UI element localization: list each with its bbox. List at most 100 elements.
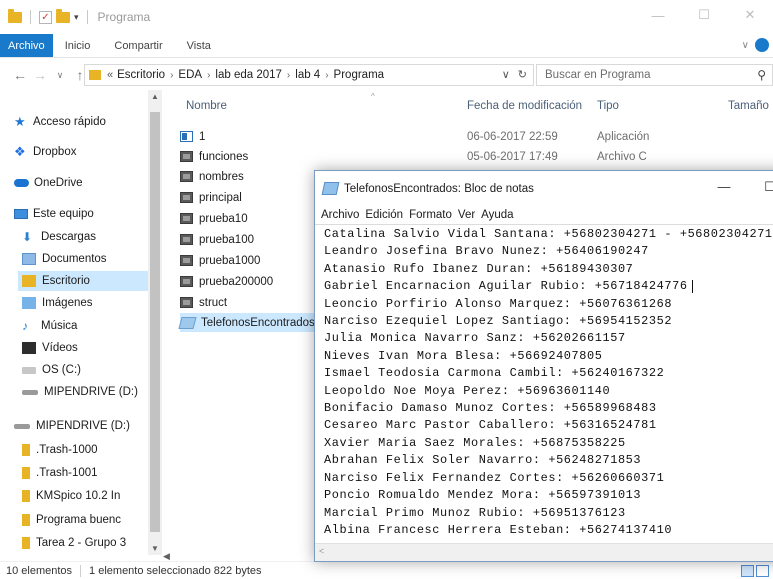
new-folder-icon[interactable]	[56, 8, 70, 23]
column-header-date[interactable]: Fecha de modificación	[467, 100, 582, 112]
menu-ayuda[interactable]: Ayuda	[481, 209, 513, 221]
file-row[interactable]: funciones	[180, 147, 248, 166]
notepad-text-area[interactable]: Catalina Salvio Vidal Santana: +56802304…	[315, 224, 773, 544]
chevron-right-icon[interactable]: ›	[287, 70, 290, 81]
c-file-icon	[180, 192, 193, 203]
recent-locations-chevron-icon[interactable]: ∨	[50, 70, 70, 81]
menu-archivo[interactable]: Archivo	[321, 209, 359, 221]
address-tools: ∨ ↻	[502, 68, 527, 81]
details-view-icon[interactable]	[741, 565, 754, 577]
scrollbar-thumb[interactable]	[150, 112, 160, 532]
text-line-content: Bonifacio Damaso Munoz Cortes: +56589968…	[324, 401, 657, 416]
nav-item-label: Música	[41, 320, 78, 332]
text-file-icon	[178, 316, 197, 329]
nav-item-dropbox[interactable]: ❖ Dropbox	[14, 142, 76, 162]
tab-archivo[interactable]: Archivo	[0, 34, 53, 57]
nav-item-programa-bueno[interactable]: Programa buenc	[22, 510, 121, 530]
nav-item-tarea-2[interactable]: Tarea 2 - Grupo 3	[22, 533, 126, 553]
text-line: Catalina Salvio Vidal Santana: +56802304…	[324, 226, 773, 243]
computer-icon	[14, 209, 28, 219]
nav-pane-scrollbar[interactable]: ▲ ▼	[148, 90, 162, 555]
back-arrow-icon[interactable]: ←	[10, 67, 30, 83]
chevron-right-icon[interactable]: ›	[170, 70, 173, 81]
breadcrumb-item[interactable]: Programa	[334, 69, 385, 81]
expand-ribbon-chevron-icon[interactable]: ∨	[742, 40, 749, 51]
menu-ver[interactable]: Ver	[458, 209, 475, 221]
column-header-size[interactable]: Tamaño	[728, 100, 769, 112]
nav-item-descargas[interactable]: ⬇ Descargas	[22, 227, 96, 247]
nav-item-musica[interactable]: ♪ Música	[22, 316, 77, 336]
nav-item-kmspico[interactable]: KMSpico 10.2 In	[22, 486, 120, 506]
notepad-horizontal-scrollbar[interactable]: <	[315, 543, 773, 561]
folder-icon	[22, 275, 36, 287]
help-icon[interactable]	[755, 38, 769, 52]
chevron-right-icon[interactable]: ›	[325, 70, 328, 81]
ribbon-tabs: Archivo Inicio Compartir Vista ∨	[0, 34, 773, 58]
large-icons-view-icon[interactable]	[756, 565, 769, 577]
nav-item-imagenes[interactable]: Imágenes	[22, 293, 93, 313]
breadcrumb-overflow[interactable]: «	[107, 69, 113, 81]
breadcrumb-item[interactable]: lab eda 2017	[215, 69, 282, 81]
nav-item-mipendrive-sub[interactable]: MIPENDRIVE (D:)	[22, 382, 138, 402]
scroll-down-arrow-icon[interactable]: ▼	[148, 544, 162, 553]
maximize-button[interactable]: ☐	[681, 0, 727, 30]
file-row[interactable]: TelefonosEncontrados	[178, 313, 330, 332]
file-row[interactable]: prueba200000	[180, 272, 273, 291]
breadcrumb[interactable]: « Escritorio › EDA › lab eda 2017 › lab …	[84, 64, 534, 86]
breadcrumb-item[interactable]: Escritorio	[117, 69, 165, 81]
text-line: Leandro Josefina Bravo Nunez: +564061902…	[324, 243, 773, 260]
nav-item-escritorio[interactable]: Escritorio	[18, 271, 148, 291]
nav-item-mipendrive[interactable]: MIPENDRIVE (D:)	[14, 416, 130, 436]
app-icon	[180, 131, 193, 142]
file-row[interactable]: prueba1000	[180, 251, 260, 270]
search-input[interactable]: Buscar en Programa ⚲	[536, 64, 773, 86]
file-name: principal	[199, 191, 242, 204]
nav-item-trash-1000[interactable]: .Trash-1000	[22, 440, 98, 460]
search-icon[interactable]: ⚲	[757, 68, 766, 82]
tab-vista[interactable]: Vista	[175, 34, 223, 57]
properties-check-icon[interactable]: ✓	[39, 10, 52, 24]
sort-ascending-icon: ^	[371, 92, 375, 101]
file-row[interactable]: prueba100	[180, 230, 254, 249]
chevron-down-icon[interactable]: ∨	[502, 68, 510, 81]
text-line: Poncio Romualdo Mendez Mora: +5659739101…	[324, 487, 773, 504]
nav-item-documentos[interactable]: Documentos	[22, 249, 107, 269]
text-line-content: Narciso Ezequiel Lopez Santiago: +569541…	[324, 314, 673, 329]
nav-item-videos[interactable]: Vídeos	[22, 338, 78, 358]
file-name: funciones	[199, 150, 249, 163]
customize-toolbar-dropdown-icon[interactable]: ▾	[74, 12, 79, 23]
nav-item-este-equipo[interactable]: Este equipo	[14, 204, 94, 224]
scroll-left-arrow-icon[interactable]: <	[319, 546, 324, 556]
window-title: Programa	[97, 10, 151, 24]
scroll-up-arrow-icon[interactable]: ▲	[148, 92, 162, 101]
menu-formato[interactable]: Formato	[409, 209, 452, 221]
nav-item-os-c[interactable]: OS (C:)	[22, 360, 81, 380]
file-row[interactable]: 1	[180, 127, 205, 146]
file-row[interactable]: nombres	[180, 167, 244, 186]
file-row[interactable]: principal	[180, 188, 242, 207]
notepad-maximize-button[interactable]: ☐	[747, 179, 773, 195]
file-row[interactable]: prueba10	[180, 209, 248, 228]
scroll-left-arrow-icon[interactable]: ◀	[163, 551, 170, 561]
nav-item-acceso-rapido[interactable]: ★ Acceso rápido	[14, 112, 106, 132]
notepad-minimize-button[interactable]: —	[701, 179, 747, 195]
nav-item-onedrive[interactable]: OneDrive	[14, 173, 83, 193]
column-header-type[interactable]: Tipo	[597, 100, 619, 112]
text-line-content: Poncio Romualdo Mendez Mora: +5659739101…	[324, 488, 642, 503]
close-button[interactable]: ✕	[727, 0, 773, 30]
menu-edicion[interactable]: Edición	[365, 209, 403, 221]
file-row[interactable]: struct	[180, 293, 227, 312]
folder-icon	[22, 514, 30, 526]
nav-item-trash-1001[interactable]: .Trash-1001	[22, 463, 98, 483]
tab-inicio[interactable]: Inicio	[53, 34, 103, 57]
chevron-right-icon[interactable]: ›	[207, 70, 210, 81]
minimize-button[interactable]: —	[635, 0, 681, 30]
file-date: 06-06-2017 22:59	[467, 131, 558, 143]
forward-arrow-icon[interactable]: →	[30, 67, 50, 83]
column-header-name[interactable]: Nombre	[186, 100, 227, 112]
tab-compartir[interactable]: Compartir	[102, 34, 174, 57]
breadcrumb-item[interactable]: lab 4	[295, 69, 320, 81]
nav-item-label: OneDrive	[34, 177, 83, 189]
refresh-icon[interactable]: ↻	[518, 68, 527, 81]
breadcrumb-item[interactable]: EDA	[178, 69, 202, 81]
